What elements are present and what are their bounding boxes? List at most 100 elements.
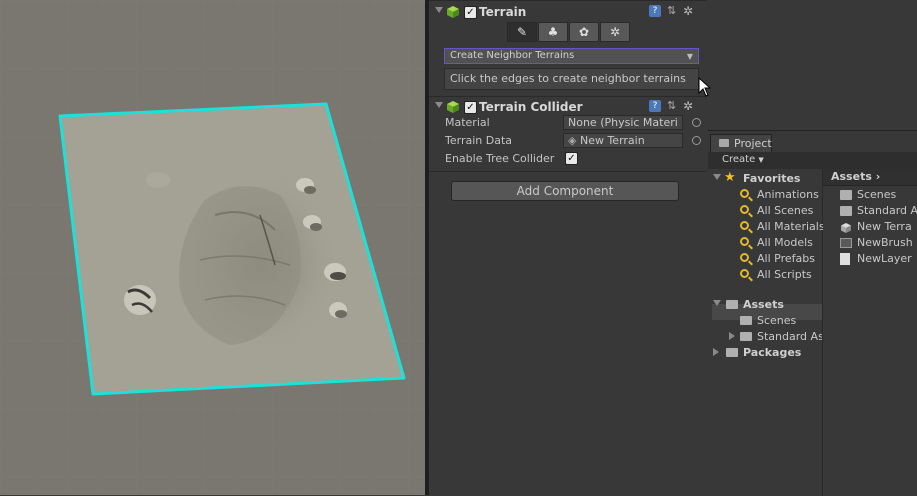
breadcrumb-label: Assets bbox=[831, 170, 872, 183]
tree-folder[interactable]: Scenes bbox=[740, 313, 822, 329]
search-icon bbox=[740, 237, 749, 246]
folder-icon bbox=[726, 348, 738, 357]
terrain-data-value: New Terrain bbox=[579, 134, 645, 147]
gear-icon[interactable]: ✲ bbox=[683, 5, 695, 17]
create-label: Create bbox=[722, 154, 756, 165]
terrain-collider-header[interactable]: ✓ Terrain Collider ? ⇅ ✲ bbox=[429, 97, 707, 117]
favorite-item[interactable]: All Prefabs bbox=[740, 251, 822, 267]
favorite-item[interactable]: All Scripts bbox=[740, 267, 822, 283]
tree-collider-checkbox[interactable]: ✓ bbox=[565, 152, 578, 165]
paint-brush-icon[interactable]: ✎ bbox=[507, 22, 537, 42]
tree-packages[interactable]: Packages bbox=[713, 345, 821, 361]
favorite-label: All Models bbox=[757, 236, 813, 249]
terrain-cube-icon bbox=[446, 5, 460, 19]
favorite-item[interactable]: All Models bbox=[740, 235, 822, 251]
favorite-label: Animations bbox=[757, 188, 819, 201]
terrain-data-row: Terrain Data ◈ New Terrain bbox=[445, 133, 703, 149]
favorite-label: All Materials bbox=[757, 220, 825, 233]
terrain-data-field[interactable]: ◈ New Terrain bbox=[563, 133, 683, 148]
search-icon bbox=[740, 205, 749, 214]
help-icon[interactable]: ? bbox=[649, 5, 661, 17]
terrain-component-header[interactable]: ✓ Terrain ? ⇅ ✲ bbox=[429, 2, 707, 22]
project-tab[interactable]: Project bbox=[710, 134, 772, 152]
breadcrumb: Assets › bbox=[823, 169, 917, 186]
terrain-title: Terrain bbox=[479, 5, 527, 19]
folder-icon bbox=[840, 206, 852, 216]
favorite-item[interactable]: Animations bbox=[740, 187, 822, 203]
scene-view[interactable] bbox=[0, 0, 425, 495]
search-icon bbox=[740, 253, 749, 262]
collider-cube-icon bbox=[446, 100, 460, 114]
favorite-label: All Scenes bbox=[757, 204, 814, 217]
project-toolbar: Create ▼ bbox=[708, 152, 917, 170]
asset-label: Scenes bbox=[857, 188, 897, 201]
object-picker-icon[interactable] bbox=[692, 136, 701, 145]
tree-folder[interactable]: Standard As bbox=[729, 329, 822, 345]
folder-icon bbox=[726, 300, 738, 309]
terrain-tool-bar: ✎ ♣ ✿ ✲ bbox=[507, 22, 631, 42]
favorites-label: Favorites bbox=[743, 172, 801, 185]
brush-asset-icon bbox=[840, 238, 852, 248]
empty-panel-area bbox=[707, 0, 917, 130]
paint-trees-icon[interactable]: ♣ bbox=[538, 22, 568, 42]
search-icon bbox=[740, 189, 749, 198]
asset-label: NewLayer bbox=[857, 252, 912, 265]
fold-arrow-icon[interactable] bbox=[713, 300, 721, 306]
breadcrumb-assets[interactable]: Assets › bbox=[831, 170, 880, 183]
dropdown-arrow-icon: ▼ bbox=[758, 156, 764, 164]
terrain-asset-icon bbox=[840, 222, 852, 233]
asset-label: NewBrush bbox=[857, 236, 913, 249]
fold-arrow-icon[interactable] bbox=[435, 7, 443, 13]
fold-arrow-icon[interactable] bbox=[713, 174, 721, 180]
fold-arrow-icon[interactable] bbox=[435, 102, 443, 108]
inspector-panel: ✓ Terrain ? ⇅ ✲ ✎ ♣ ✿ ✲ Create Neighbor … bbox=[429, 0, 707, 495]
tree-collider-label: Enable Tree Collider bbox=[445, 152, 555, 165]
folder-icon bbox=[740, 332, 752, 341]
tree-collider-row: Enable Tree Collider ✓ bbox=[445, 151, 703, 167]
fold-arrow-icon[interactable] bbox=[713, 348, 719, 356]
preset-icon[interactable]: ⇅ bbox=[667, 100, 679, 112]
folder-icon bbox=[740, 316, 752, 325]
folder-label: Scenes bbox=[757, 314, 797, 327]
tree-assets[interactable]: Assets bbox=[713, 297, 821, 313]
help-icon[interactable]: ? bbox=[649, 100, 661, 112]
favorite-item[interactable]: All Scenes bbox=[740, 203, 822, 219]
search-icon bbox=[740, 221, 749, 230]
search-icon bbox=[740, 269, 749, 278]
mouse-cursor-icon bbox=[698, 76, 712, 97]
gear-icon[interactable]: ✲ bbox=[683, 100, 695, 112]
favorite-label: All Prefabs bbox=[757, 252, 815, 265]
object-picker-icon[interactable] bbox=[692, 118, 701, 127]
material-field[interactable]: None (Physic Materi bbox=[563, 115, 683, 130]
favorite-label: All Scripts bbox=[757, 268, 812, 281]
terrain-enabled-checkbox[interactable]: ✓ bbox=[464, 6, 477, 19]
material-row: Material None (Physic Materi bbox=[445, 115, 703, 131]
create-button[interactable]: Create ▼ bbox=[722, 154, 764, 165]
add-component-button[interactable]: Add Component bbox=[451, 181, 679, 201]
fold-arrow-icon[interactable] bbox=[729, 332, 735, 340]
chevron-right-icon: › bbox=[875, 170, 881, 183]
project-tab-label: Project bbox=[734, 137, 772, 150]
tree-favorites[interactable]: ★ Favorites bbox=[713, 170, 821, 187]
file-icon bbox=[840, 253, 850, 265]
star-icon: ★ bbox=[724, 170, 736, 185]
help-box: Click the edges to create neighbor terra… bbox=[444, 68, 699, 90]
neighbor-terrains-dropdown[interactable]: Create Neighbor Terrains ▼ bbox=[444, 48, 699, 64]
assets-label: Assets bbox=[743, 298, 784, 311]
folder-label: Standard As bbox=[757, 330, 822, 343]
project-window: Project Create ▼ ★ Favorites Animations … bbox=[708, 130, 917, 496]
folder-icon bbox=[840, 190, 852, 200]
paint-details-icon[interactable]: ✿ bbox=[569, 22, 599, 42]
terrain-settings-icon[interactable]: ✲ bbox=[600, 22, 630, 42]
terrain-asset-icon: ◈ bbox=[568, 134, 577, 147]
packages-label: Packages bbox=[743, 346, 802, 359]
preset-icon[interactable]: ⇅ bbox=[667, 5, 679, 17]
collider-enabled-checkbox[interactable]: ✓ bbox=[464, 101, 477, 114]
collider-title: Terrain Collider bbox=[479, 100, 583, 114]
favorite-item[interactable]: All Materials bbox=[740, 219, 825, 235]
assets-content: Assets › Scenes Standard A New Terra New… bbox=[823, 169, 917, 496]
material-label: Material bbox=[445, 116, 490, 129]
project-tree: ★ Favorites Animations All Scenes All Ma… bbox=[708, 169, 825, 496]
terrain-data-label: Terrain Data bbox=[445, 134, 512, 147]
asset-label: Standard A bbox=[857, 204, 917, 217]
